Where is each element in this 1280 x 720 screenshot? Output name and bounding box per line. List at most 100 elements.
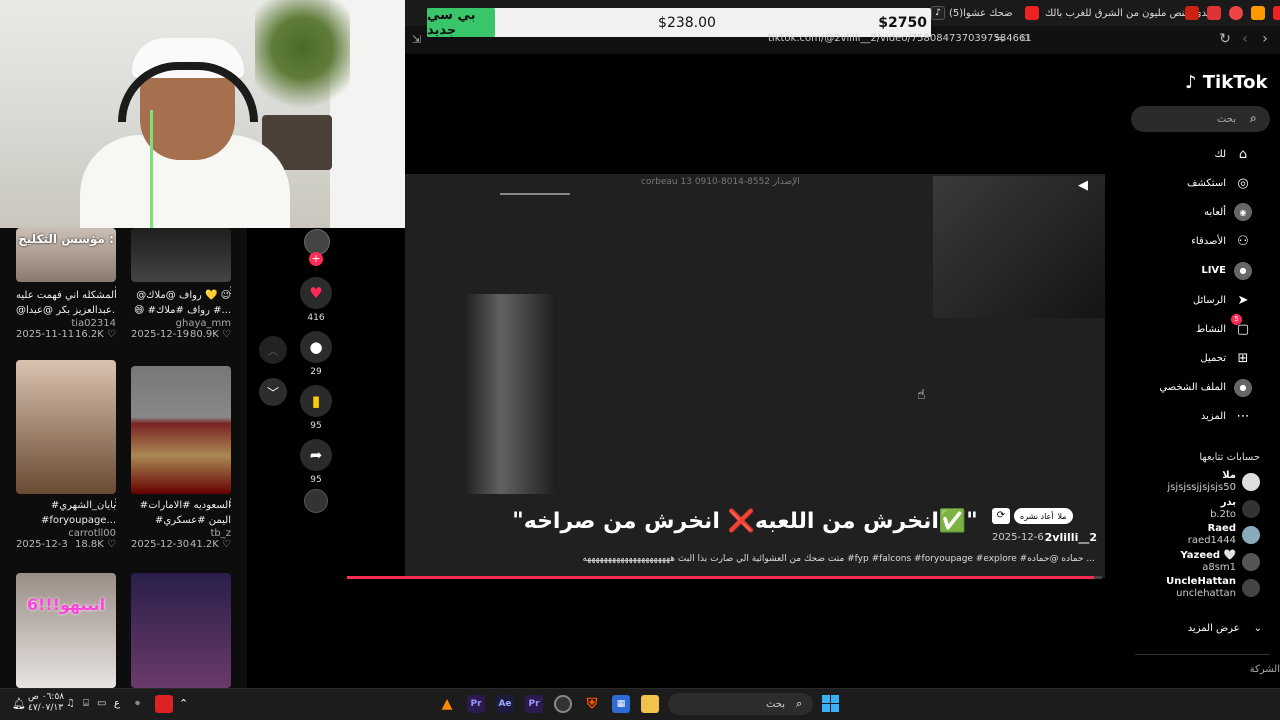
comment-count: 29 [310, 367, 322, 377]
grid-item[interactable]: ⋮ @رواف @ملاك 💛 😉 😄 #رواف #ملاك #... gha… [131, 228, 235, 340]
chevron-down-icon: ﹀ [266, 385, 279, 400]
video-thumbnail[interactable]: مؤسس التكليح : [16, 228, 116, 282]
network-icon[interactable]: ⌸ [83, 698, 89, 709]
bookmark-button[interactable]: ▮ [300, 385, 332, 417]
sidebar-item-live[interactable]: LIVE ● [1201, 261, 1252, 280]
grid-item[interactable]: ⋮ #بايان_الشهري #foryoupage... carrotll0… [16, 360, 120, 550]
settings-icon[interactable]: ⇋ [992, 32, 1008, 45]
sidebar-item-home[interactable]: لك ⌂ [1215, 145, 1252, 163]
sidebar-item-send[interactable]: الرسائل ➤ [1193, 291, 1252, 309]
like-button[interactable]: ♥ [300, 277, 332, 309]
obs-icon[interactable] [554, 695, 572, 713]
sidebar-item-profile[interactable]: الملف الشخصي ● [1159, 378, 1252, 397]
video-thumbnail[interactable] [131, 366, 231, 494]
sound-avatar[interactable] [304, 489, 328, 513]
cursor-icon: ☝ [917, 387, 926, 403]
repost-icon[interactable]: ⟳ [992, 508, 1010, 524]
video-username[interactable]: 2vlilli__2 [1045, 531, 1097, 544]
video-author[interactable]: carrotll00 [16, 528, 116, 539]
pinned-tab-icon[interactable] [1185, 6, 1199, 20]
file-explorer-icon[interactable] [641, 695, 659, 713]
pinned-tab-icon[interactable] [1229, 6, 1243, 20]
comment-button[interactable]: ● [300, 331, 332, 363]
windows-start-icon[interactable] [822, 695, 839, 712]
pinned-tab-icon[interactable] [1251, 6, 1265, 20]
store-icon[interactable]: ▦ [612, 695, 630, 713]
premiere-icon[interactable]: Pr [467, 695, 485, 713]
repost-badge[interactable]: أعاد نشره ملا [1014, 508, 1073, 524]
language-indicator[interactable]: ع [114, 698, 120, 709]
company-link[interactable]: الشركة [1250, 664, 1280, 675]
more-icon[interactable]: ⋮ [226, 286, 235, 296]
show-more-label: عرض المزيد [1187, 623, 1240, 634]
sidebar-item-upload[interactable]: تحميل ⊞ [1200, 349, 1252, 367]
video-meta: 2025-12-30 41.2K ♡ [131, 539, 231, 550]
webcam-plant [255, 0, 350, 120]
following-account[interactable]: بدر b.2to [1210, 497, 1260, 521]
video-progress-bar[interactable] [347, 576, 1102, 579]
video-thumbnail[interactable] [16, 360, 116, 494]
sidebar-item-more[interactable]: المزيد ⋯ [1201, 408, 1252, 426]
search-icon[interactable]: ⌕ [1250, 111, 1257, 126]
grid-item[interactable]: مؤسس التكليح : ⋮ المشكله اني فهمت عليه @… [16, 228, 120, 340]
after-effects-icon[interactable]: Ae [496, 695, 514, 713]
back-icon[interactable]: › [1257, 31, 1273, 47]
following-account[interactable]: UncleHattan unclehattan [1166, 576, 1260, 600]
show-more-button[interactable]: عرض المزيد ⌄ [1188, 623, 1262, 634]
tiktok-logo[interactable]: ♪ TikTok [1185, 72, 1267, 93]
following-account[interactable]: ملا jsjsjssjjsjsjs50 [1167, 470, 1260, 494]
share-count: 95 [310, 475, 322, 485]
sidebar-item-friends[interactable]: الأصدقاء ⚇ [1191, 233, 1252, 251]
volume-icon[interactable]: ◀︎ [1078, 178, 1088, 193]
brave-icon[interactable]: ⛨ [583, 695, 601, 713]
video-thumbnail[interactable] [131, 573, 231, 688]
sidebar-toggle-icon[interactable]: ⇲ [412, 33, 421, 46]
sidebar-item-label: الرسائل [1192, 294, 1226, 306]
tab-2[interactable]: ♪ (5)ضحك عشوا [931, 6, 1013, 20]
account-name: بدر [1220, 496, 1236, 508]
follow-plus-icon[interactable]: + [309, 252, 323, 266]
sidebar-item-compass[interactable]: استكشف ◎ [1187, 174, 1252, 192]
previous-video-button[interactable]: ︿ [259, 336, 287, 364]
video-line [500, 193, 570, 195]
video-author[interactable]: tia02314 [16, 318, 116, 329]
grid-item[interactable] [131, 573, 231, 688]
forward-icon[interactable]: ‹ [1237, 31, 1253, 47]
video-thumbnail[interactable] [131, 228, 231, 282]
vlc-icon[interactable]: ▲ [438, 695, 456, 713]
video-author[interactable]: ghaya_mm [131, 318, 231, 329]
grid-item[interactable]: انتبهو!!!6 [16, 573, 116, 688]
battery-icon[interactable]: ▭ [97, 698, 106, 709]
grid-item[interactable]: ⋮ #السعوديه #الامارات #اليمن #عسكري tb_z… [131, 366, 235, 550]
reload-icon[interactable]: ↻ [1217, 31, 1233, 47]
premiere-icon-2[interactable]: Pr [525, 695, 543, 713]
notification-icon[interactable]: 🔔︎ [12, 697, 26, 710]
video-author[interactable]: tb_z [131, 528, 231, 539]
account-text: بدر b.2to [1210, 497, 1236, 521]
avatar [1242, 579, 1260, 597]
mic-icon[interactable]: ⏺ [135, 698, 140, 709]
following-account[interactable]: Raed raed1444 [1188, 523, 1260, 547]
more-icon[interactable]: ⋮ [111, 498, 120, 508]
pinned-tab-icon[interactable] [1273, 6, 1280, 20]
sidebar-item-activity[interactable]: النشاط ▢ 5 [1196, 314, 1252, 338]
video-meta: 2025-11-11 16.2K ♡ [16, 329, 116, 340]
next-video-button[interactable]: ﹀ [259, 378, 287, 406]
chevron-up-icon[interactable]: ⌃ [179, 697, 188, 710]
more-icon[interactable]: ⋮ [111, 286, 120, 296]
pinned-tab-icon[interactable] [1207, 6, 1221, 20]
more-icon[interactable]: ⋮ [226, 498, 235, 508]
sidebar-item-game[interactable]: ألعابه ◉ [1204, 203, 1252, 222]
video-player[interactable]: corbeau 13 الإصدار 8552-8014-0910 ◀︎ ☝ "… [405, 174, 1105, 578]
bookmark-icon[interactable]: ⌑ [1017, 31, 1033, 47]
game-icon: ◉ [1234, 203, 1252, 222]
following-account[interactable]: Yazeed 🤍 a8sm1 [1180, 550, 1260, 574]
share-button[interactable]: ➦ [300, 439, 332, 471]
taskbar-search[interactable]: بحث [668, 693, 813, 715]
sidebar-item-label: LIVE [1201, 265, 1226, 277]
volume-icon[interactable]: ♫ [66, 698, 75, 709]
more-icon: ⋯ [1236, 409, 1250, 425]
app-tray-icon[interactable] [155, 695, 173, 713]
system-clock[interactable]: ٠٦:٥٨ ص ٤٧/٠٧/١٣ [28, 692, 64, 714]
video-thumbnail[interactable]: انتبهو!!!6 [16, 573, 116, 688]
